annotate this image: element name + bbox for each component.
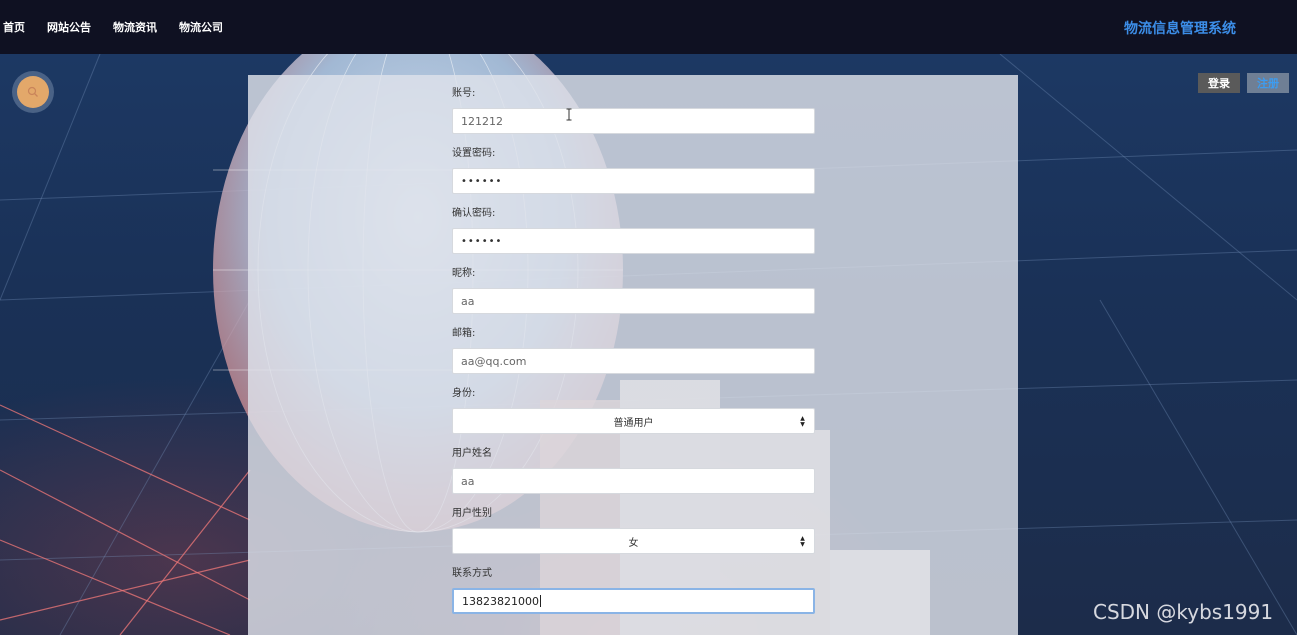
password-input[interactable]: •••••• xyxy=(452,168,815,194)
account-label: 账号: xyxy=(452,88,476,99)
watermark: CSDN @kybs1991 xyxy=(1093,600,1274,624)
search-wrapper xyxy=(12,71,54,113)
sort-arrows-icon: ▲ ▼ xyxy=(800,535,805,548)
sort-arrows-icon: ▲ ▼ xyxy=(800,415,805,428)
account-input[interactable]: 121212 xyxy=(452,108,815,134)
nickname-input[interactable]: aa xyxy=(452,288,815,314)
real-name-input[interactable]: aa xyxy=(452,468,815,494)
register-panel: 账号: 121212 设置密码: •••••• 确认密码: •••••• 昵称:… xyxy=(248,75,1018,635)
password-label: 设置密码: xyxy=(452,148,496,159)
identity-selected-value: 普通用户 xyxy=(613,417,654,429)
identity-label: 身份: xyxy=(452,388,476,399)
ibeam-cursor-icon xyxy=(566,108,572,121)
email-input[interactable]: aa@qq.com xyxy=(452,348,815,374)
nav-item-announcements[interactable]: 网站公告 xyxy=(47,19,91,35)
search-button[interactable] xyxy=(17,76,49,108)
gender-select[interactable]: 女 ▲ ▼ xyxy=(452,528,815,554)
top-nav-bar: 首页 网站公告 物流资讯 物流公司 物流信息管理系统 xyxy=(0,0,1297,54)
nav-item-home[interactable]: 首页 xyxy=(3,19,25,35)
gender-label: 用户性别 xyxy=(452,508,492,519)
nickname-label: 昵称: xyxy=(452,268,476,279)
main-nav: 首页 网站公告 物流资讯 物流公司 xyxy=(0,0,245,54)
nav-item-news[interactable]: 物流资讯 xyxy=(113,19,157,35)
contact-input-value: 13823821000 xyxy=(462,594,539,608)
gender-selected-value: 女 xyxy=(628,537,639,549)
register-button[interactable]: 注册 xyxy=(1247,73,1289,93)
auth-buttons: 登录 注册 xyxy=(1198,73,1289,93)
search-icon xyxy=(27,86,38,97)
email-label: 邮箱: xyxy=(452,328,476,339)
confirm-password-input[interactable]: •••••• xyxy=(452,228,815,254)
identity-select[interactable]: 普通用户 ▲ ▼ xyxy=(452,408,815,434)
login-button[interactable]: 登录 xyxy=(1198,73,1240,93)
site-title: 物流信息管理系统 xyxy=(1124,21,1236,37)
real-name-label: 用户姓名 xyxy=(452,448,492,459)
contact-label: 联系方式 xyxy=(452,568,492,579)
contact-input[interactable]: 13823821000 xyxy=(452,588,815,614)
register-form: 账号: 121212 设置密码: •••••• 确认密码: •••••• 昵称:… xyxy=(452,87,815,627)
nav-item-companies[interactable]: 物流公司 xyxy=(179,19,223,35)
text-caret xyxy=(539,595,541,607)
confirm-password-label: 确认密码: xyxy=(452,208,496,219)
